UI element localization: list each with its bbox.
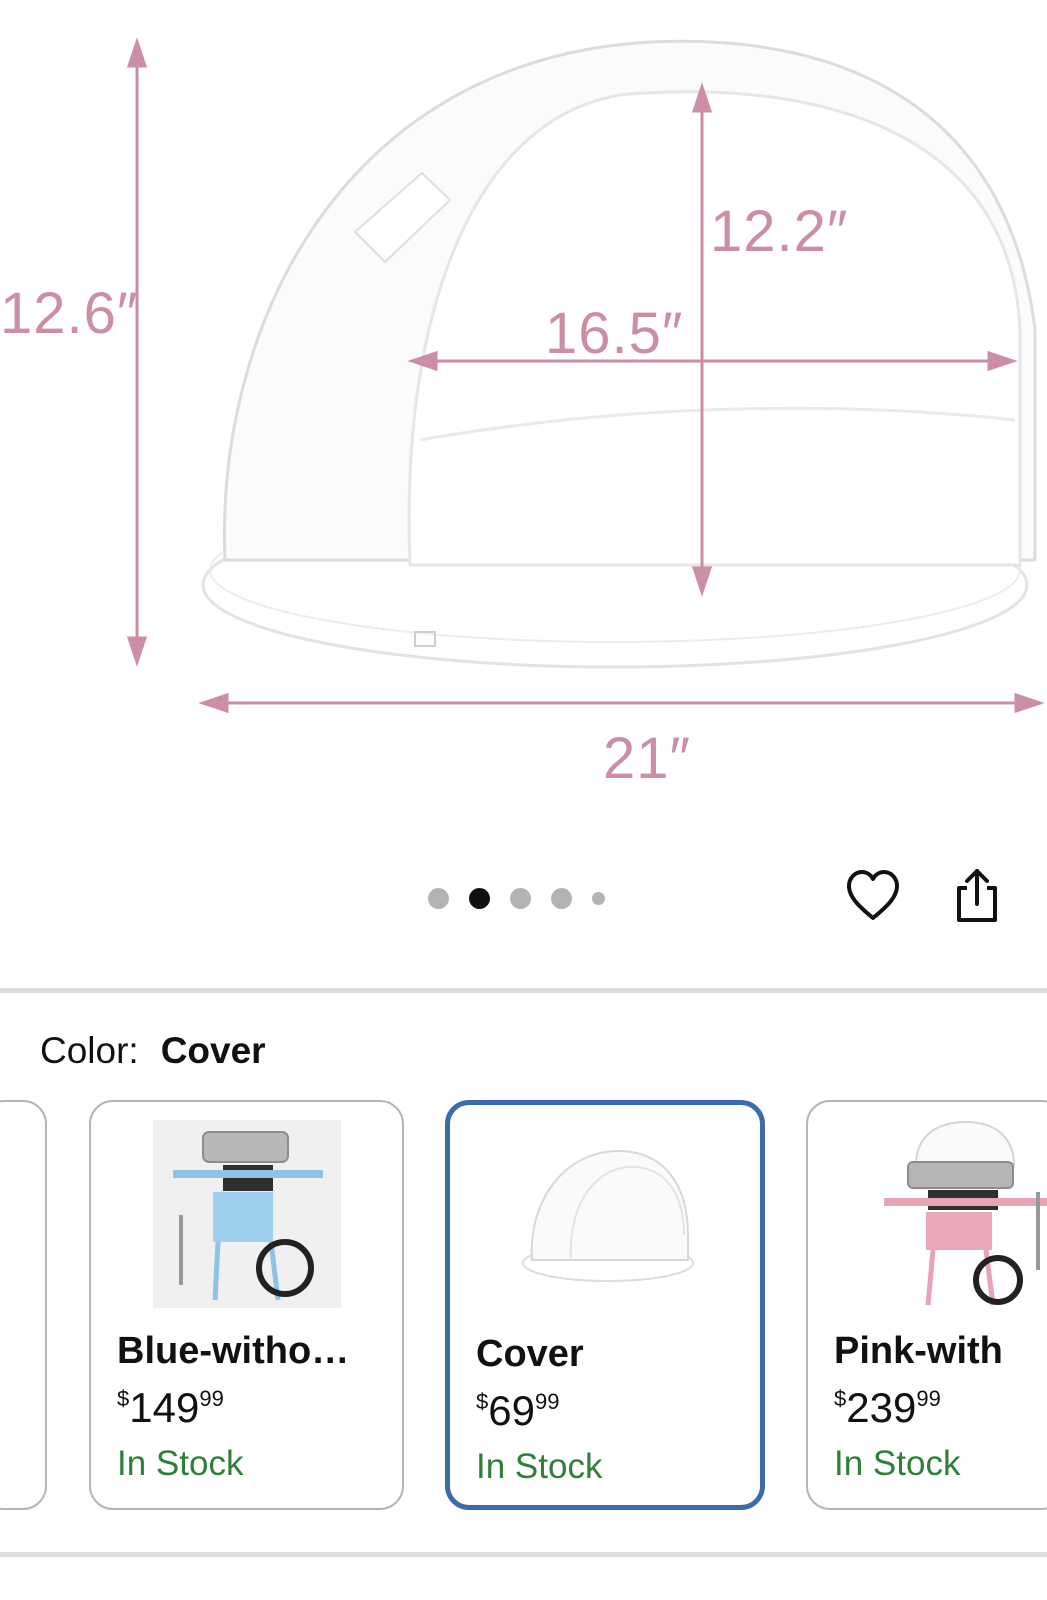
color-option-card[interactable]: Blue-witho… $14999 In Stock (89, 1100, 404, 1510)
carousel-dot[interactable] (428, 887, 449, 909)
option-price: $14999 (117, 1384, 224, 1432)
price-cents: 99 (534, 1389, 560, 1414)
price-cents: 99 (199, 1386, 224, 1411)
option-name: Pink-with (834, 1330, 1003, 1372)
price-whole: 69 (488, 1387, 535, 1434)
price-currency: $ (476, 1389, 489, 1414)
section-divider (0, 988, 1047, 993)
stock-status: In Stock (117, 1444, 244, 1483)
price-whole: 149 (129, 1384, 200, 1431)
selected-color-value: Cover (160, 1030, 266, 1071)
color-label: Color: (40, 1030, 139, 1071)
carousel-dot[interactable] (551, 887, 572, 909)
stock-status: In Stock (834, 1444, 961, 1483)
share-icon (957, 869, 997, 922)
share-button[interactable] (953, 866, 1001, 927)
cover-dome-thumbnail (522, 1149, 694, 1282)
product-image[interactable]: 12.6″ 12.2″ 16.5″ 21″ (0, 0, 1047, 850)
price-whole: 239 (846, 1384, 917, 1431)
section-divider (0, 1552, 1047, 1557)
option-price: $23999 (834, 1384, 941, 1432)
price-currency: $ (117, 1386, 130, 1411)
carousel-dot-active[interactable] (469, 887, 490, 909)
heart-icon (847, 870, 899, 920)
color-option-card-selected[interactable]: Cover $6999 In Stock (445, 1100, 765, 1510)
favorite-button[interactable] (845, 868, 901, 927)
carousel-dot[interactable] (510, 887, 531, 909)
option-name: Blue-witho… (117, 1330, 350, 1372)
image-carousel-indicator[interactable] (428, 884, 605, 912)
option-price: $6999 (476, 1387, 559, 1435)
height-dimension-label: 12.6″ (0, 281, 139, 346)
carousel-dot[interactable] (592, 891, 605, 905)
color-selector-heading: Color: Cover (40, 1030, 266, 1072)
pink-cart-thumbnail (884, 1120, 1047, 1306)
diameter-dimension-label: 21″ (603, 726, 692, 791)
dome-illustration (126, 37, 1045, 714)
back-height-dimension-label: 12.2″ (710, 199, 849, 264)
opening-width-dimension-label: 16.5″ (545, 301, 684, 366)
option-name: Cover (476, 1333, 584, 1375)
price-currency: $ (834, 1386, 847, 1411)
price-cents: 99 (916, 1386, 941, 1411)
color-option-card-partial[interactable] (0, 1100, 47, 1510)
blue-cart-thumbnail (153, 1120, 341, 1308)
stock-status: In Stock (476, 1447, 603, 1486)
color-option-card[interactable]: Pink-with $23999 In Stock (806, 1100, 1047, 1510)
